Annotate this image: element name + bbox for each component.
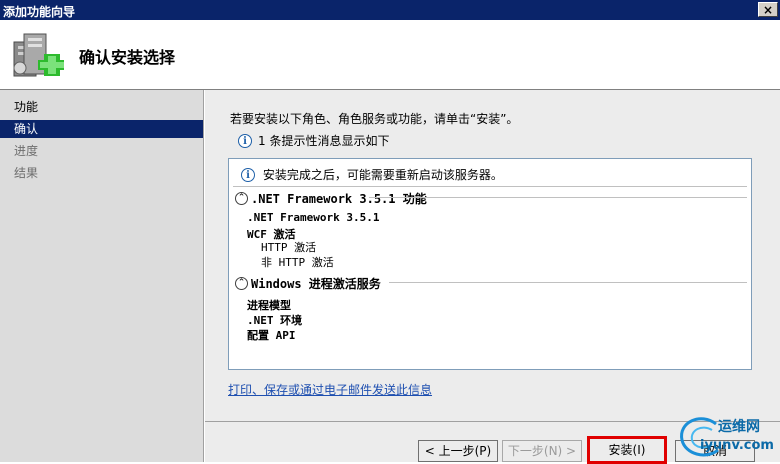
section-title: .NET Framework 3.5.1 功能 <box>251 192 427 206</box>
wizard-main: 若要安装以下角色、角色服务或功能，请单击“安装”。 i1 条提示性消息显示如下 … <box>205 90 780 464</box>
section-header[interactable]: ⌃ .NET Framework 3.5.1 功能 <box>235 190 427 207</box>
info-message: 安装完成之后，可能需要重新启动该服务器。 <box>262 168 503 182</box>
list-item: .NET Framework 3.5.1 <box>247 211 380 224</box>
server-add-icon <box>13 33 64 77</box>
list-item: .NET 环境 <box>247 314 303 327</box>
info-icon: i <box>238 133 252 148</box>
notice-line: i 1 条提示性消息显示如下 <box>238 132 389 149</box>
nav-item-features[interactable]: 功能 <box>0 98 203 116</box>
page-title: 确认安装选择 <box>79 48 176 67</box>
list-item: 进程模型 <box>247 299 291 312</box>
info-message-row: i 安装完成之后，可能需要重新启动该服务器。 <box>241 166 503 183</box>
watermark-text-url: iyunv.com <box>700 438 774 453</box>
wizard-steps-nav: 功能 确认 进度 结果 <box>0 90 204 462</box>
previous-button[interactable]: < 上一步(P) <box>418 440 498 462</box>
instruction-text: 若要安装以下角色、角色服务或功能，请单击“安装”。 <box>230 112 519 126</box>
divider <box>389 282 747 283</box>
confirmation-list[interactable]: i 安装完成之后，可能需要重新启动该服务器。 ⌃ .NET Framework 3… <box>228 158 752 370</box>
watermark-logo: 运维网 iyunv.com <box>674 412 780 462</box>
window-title: 添加功能向导 <box>3 5 76 19</box>
list-item: 非 HTTP 激活 <box>261 256 334 269</box>
info-icon: i <box>241 167 255 182</box>
divider <box>369 197 747 198</box>
section-title: Windows 进程激活服务 <box>251 277 381 291</box>
next-button[interactable]: 下一步(N) > <box>502 440 582 462</box>
collapse-icon[interactable]: ⌃ <box>235 192 248 205</box>
watermark-text-cn: 运维网 <box>718 419 760 435</box>
divider <box>233 186 747 187</box>
close-button[interactable]: × <box>758 2 778 17</box>
nav-item-confirm[interactable]: 确认 <box>0 120 203 138</box>
collapse-icon[interactable]: ⌃ <box>235 277 248 290</box>
window-titlebar: 添加功能向导 × <box>0 0 780 21</box>
section-header[interactable]: ⌃ Windows 进程激活服务 <box>235 275 381 292</box>
list-item: 配置 API <box>247 329 296 342</box>
nav-item-progress: 进度 <box>14 144 39 158</box>
print-save-email-link[interactable]: 打印、保存或通过电子邮件发送此信息 <box>228 381 432 398</box>
install-button[interactable]: 安装(I) <box>587 436 667 464</box>
list-item: HTTP 激活 <box>261 241 317 254</box>
notice-text: 1 条提示性消息显示如下 <box>258 134 390 148</box>
wizard-header: 确认安装选择 <box>0 21 780 90</box>
nav-item-results: 结果 <box>14 166 39 180</box>
